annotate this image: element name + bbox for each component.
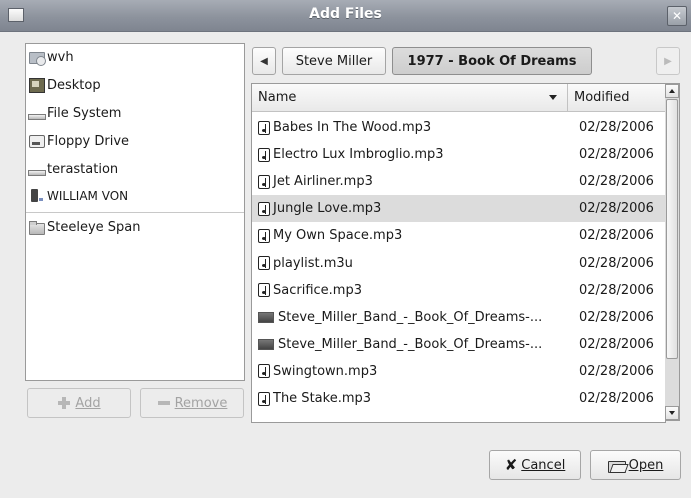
place-label: File System bbox=[47, 105, 122, 121]
places-pane: wvh Desktop File System Floppy Drive ter… bbox=[25, 43, 245, 381]
path-crumb-book-of-dreams[interactable]: 1977 - Book Of Dreams bbox=[392, 47, 592, 75]
column-header-name[interactable]: Name bbox=[252, 84, 568, 112]
audio-file-icon bbox=[258, 120, 270, 135]
file-name: The Stake.mp3 bbox=[258, 391, 371, 406]
file-row[interactable]: The Stake.mp3 02/28/2006 bbox=[252, 385, 665, 412]
plus-icon bbox=[57, 396, 71, 410]
path-forward-button[interactable]: ▶ bbox=[656, 47, 680, 75]
place-label: WILLIAM VON bbox=[47, 189, 129, 203]
path-crumb-steve-miller[interactable]: Steve Miller bbox=[282, 47, 386, 75]
file-name: Swingtown.mp3 bbox=[258, 364, 377, 379]
file-row[interactable]: Babes In The Wood.mp3 02/28/2006 bbox=[252, 114, 665, 141]
file-list: Name Modified Babes In The Wood.mp3 02/28… bbox=[251, 83, 666, 423]
window-title: Add Files bbox=[309, 6, 382, 22]
add-bookmark-button[interactable]: Add bbox=[27, 388, 131, 418]
file-name: Electro Lux Imbroglio.mp3 bbox=[258, 147, 444, 162]
file-modified: 02/28/2006 bbox=[579, 309, 654, 325]
drive-icon bbox=[28, 161, 46, 177]
place-label: terastation bbox=[47, 161, 119, 177]
place-label: wvh bbox=[47, 49, 74, 65]
bookmark-item-steeleye-span[interactable]: Steeleye Span bbox=[28, 216, 141, 238]
file-row[interactable]: Electro Lux Imbroglio.mp3 02/28/2006 bbox=[252, 141, 665, 168]
audio-file-icon bbox=[258, 364, 270, 379]
file-name: Steve_Miller_Band_-_Book_Of_Dreams-... bbox=[258, 337, 542, 352]
file-row[interactable]: playlist.m3u 02/28/2006 bbox=[252, 250, 665, 277]
file-name: My Own Space.mp3 bbox=[258, 228, 402, 243]
audio-file-icon bbox=[258, 201, 270, 216]
place-item-desktop[interactable]: Desktop bbox=[28, 74, 101, 96]
file-row[interactable]: Jungle Love.mp3 02/28/2006 bbox=[252, 195, 665, 223]
audio-file-icon bbox=[258, 391, 270, 406]
places-separator bbox=[26, 212, 244, 213]
file-modified: 02/28/2006 bbox=[579, 255, 654, 271]
file-name: Jet Airliner.mp3 bbox=[258, 174, 373, 189]
file-name: playlist.m3u bbox=[258, 256, 353, 271]
file-modified: 02/28/2006 bbox=[579, 363, 654, 379]
image-file-icon bbox=[258, 311, 274, 323]
audio-file-icon bbox=[258, 174, 270, 189]
audio-file-icon bbox=[258, 283, 270, 298]
place-item-wvh[interactable]: wvh bbox=[28, 46, 74, 68]
sort-down-icon bbox=[549, 95, 557, 100]
scroll-up-button[interactable] bbox=[665, 84, 679, 98]
place-label: Desktop bbox=[47, 77, 101, 93]
file-modified: 02/28/2006 bbox=[579, 147, 654, 163]
remove-bookmark-button[interactable]: Remove bbox=[140, 388, 244, 418]
title-bar[interactable]: Add Files ✕ bbox=[0, 0, 691, 32]
bookmark-label: Steeleye Span bbox=[47, 219, 141, 235]
file-row[interactable]: My Own Space.mp3 02/28/2006 bbox=[252, 222, 665, 249]
column-header-modified[interactable]: Modified bbox=[568, 84, 665, 112]
audio-file-icon bbox=[258, 147, 270, 162]
file-row[interactable]: Jet Airliner.mp3 02/28/2006 bbox=[252, 168, 665, 195]
home-folder-icon bbox=[28, 49, 46, 66]
minus-icon bbox=[157, 396, 171, 410]
file-name: Steve_Miller_Band_-_Book_Of_Dreams-... bbox=[258, 310, 542, 325]
audio-file-icon bbox=[258, 256, 270, 270]
media-player-icon bbox=[28, 188, 46, 204]
close-button[interactable]: ✕ bbox=[667, 6, 687, 26]
file-modified: 02/28/2006 bbox=[579, 391, 654, 406]
place-item-terastation[interactable]: terastation bbox=[28, 158, 118, 180]
cancel-button[interactable]: ✘ Cancel bbox=[489, 450, 581, 480]
scroll-down-button[interactable] bbox=[665, 406, 679, 420]
file-modified: 02/28/2006 bbox=[579, 174, 654, 190]
place-item-file-system[interactable]: File System bbox=[28, 102, 121, 124]
close-icon: ✕ bbox=[671, 9, 683, 23]
floppy-icon bbox=[28, 133, 46, 149]
file-name: Babes In The Wood.mp3 bbox=[258, 120, 431, 135]
path-back-button[interactable]: ◀ bbox=[252, 47, 276, 75]
file-name: Jungle Love.mp3 bbox=[258, 201, 381, 216]
add-files-dialog: Add Files ✕ wvh Desktop File System Flop… bbox=[0, 0, 691, 498]
place-item-floppy-drive[interactable]: Floppy Drive bbox=[28, 130, 129, 152]
file-list-scrollbar[interactable] bbox=[665, 83, 680, 421]
file-row[interactable]: Steve_Miller_Band_-_Book_Of_Dreams-... 02… bbox=[252, 304, 665, 331]
chevron-right-icon: ▶ bbox=[664, 55, 672, 67]
file-modified: 02/28/2006 bbox=[579, 120, 654, 135]
audio-file-icon bbox=[258, 228, 270, 243]
file-name: Sacrifice.mp3 bbox=[258, 283, 362, 298]
file-row[interactable]: Sacrifice.mp3 02/28/2006 bbox=[252, 277, 665, 304]
folder-icon bbox=[28, 219, 46, 235]
desktop-icon bbox=[28, 77, 46, 93]
open-folder-icon bbox=[607, 458, 626, 473]
file-modified: 02/28/2006 bbox=[579, 282, 654, 298]
file-modified: 02/28/2006 bbox=[579, 201, 654, 217]
open-button[interactable]: Open bbox=[590, 450, 681, 480]
place-item-william-von[interactable]: WILLIAM VON bbox=[28, 185, 128, 207]
file-modified: 02/28/2006 bbox=[579, 336, 654, 352]
place-label: Floppy Drive bbox=[47, 133, 130, 149]
scroll-thumb[interactable] bbox=[666, 99, 678, 359]
file-row[interactable]: Swingtown.mp3 02/28/2006 bbox=[252, 358, 665, 385]
file-modified: 02/28/2006 bbox=[579, 228, 654, 244]
file-row[interactable]: Steve_Miller_Band_-_Book_Of_Dreams-... 02… bbox=[252, 331, 665, 358]
drive-icon bbox=[28, 105, 46, 121]
chevron-left-icon: ◀ bbox=[260, 55, 268, 67]
cancel-icon: ✘ bbox=[504, 456, 518, 474]
image-file-icon bbox=[258, 338, 274, 350]
